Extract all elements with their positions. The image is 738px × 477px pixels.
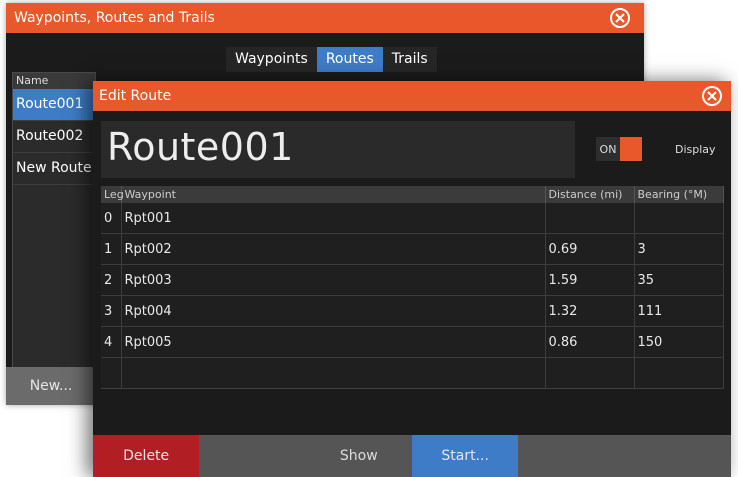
- toggle-on-label: ON: [599, 142, 617, 156]
- start-button[interactable]: Start...: [411, 435, 519, 477]
- cell-waypoint[interactable]: Rpt003: [121, 264, 546, 296]
- col-distance: Distance (mi): [545, 186, 635, 203]
- toggle-knob: [620, 137, 642, 161]
- cell-leg: 4: [101, 326, 122, 358]
- wrt-titlebar: Waypoints, Routes and Trails: [6, 3, 644, 33]
- table-row[interactable]: [101, 357, 724, 389]
- table-row[interactable]: 0 Rpt001: [101, 203, 724, 234]
- cell-distance: 0.69: [545, 233, 635, 265]
- new-route-button[interactable]: New...: [6, 367, 96, 405]
- cell-distance: 1.32: [545, 295, 635, 327]
- list-item[interactable]: New Route...: [13, 153, 95, 185]
- legs-table: Leg Waypoint Distance (mi) Bearing (°M) …: [101, 186, 724, 389]
- edit-title: Edit Route: [99, 88, 172, 104]
- tab-trails[interactable]: Trails: [382, 47, 437, 72]
- list-header-name[interactable]: Name: [13, 73, 95, 89]
- cell-bearing: 3: [634, 233, 724, 265]
- cell-bearing: [634, 203, 724, 234]
- cell-leg: [101, 357, 122, 389]
- route-list: Name Route001 Route002 New Route...: [12, 72, 96, 369]
- tab-routes[interactable]: Routes: [316, 47, 383, 72]
- cell-waypoint[interactable]: Rpt002: [121, 233, 546, 265]
- cell-leg: 1: [101, 233, 122, 265]
- cell-leg: 0: [101, 203, 122, 234]
- edit-titlebar: Edit Route: [93, 81, 731, 111]
- cell-bearing: 35: [634, 264, 724, 296]
- cell-distance: [545, 203, 635, 234]
- close-icon[interactable]: [610, 8, 630, 28]
- route-name-field[interactable]: Route001: [101, 121, 575, 178]
- table-header-row: Leg Waypoint Distance (mi) Bearing (°M): [101, 186, 724, 203]
- delete-button[interactable]: Delete: [93, 435, 200, 477]
- table-row[interactable]: 1 Rpt002 0.69 3: [101, 233, 724, 265]
- col-bearing: Bearing (°M): [634, 186, 724, 203]
- show-button[interactable]: Show: [306, 435, 412, 477]
- cell-waypoint[interactable]: Rpt004: [121, 295, 546, 327]
- cell-leg: 2: [101, 264, 122, 296]
- table-row[interactable]: 3 Rpt004 1.32 111: [101, 295, 724, 327]
- empty-action-slot: [518, 435, 624, 477]
- action-bar: Delete Show Start...: [93, 435, 731, 477]
- tab-waypoints[interactable]: Waypoints: [226, 47, 317, 72]
- wrt-title: Waypoints, Routes and Trails: [14, 10, 215, 26]
- display-toggle[interactable]: ON: [596, 137, 642, 161]
- table-row[interactable]: 4 Rpt005 0.86 150: [101, 326, 724, 358]
- route-name-text: Route001: [107, 125, 294, 169]
- col-waypoint: Waypoint: [121, 186, 546, 203]
- cell-bearing: [634, 357, 724, 389]
- cell-bearing: 150: [634, 326, 724, 358]
- list-item[interactable]: Route002: [13, 121, 95, 153]
- cell-distance: 0.86: [545, 326, 635, 358]
- cell-distance: [545, 357, 635, 389]
- table-row[interactable]: 2 Rpt003 1.59 35: [101, 264, 724, 296]
- cell-distance: 1.59: [545, 264, 635, 296]
- col-leg: Leg: [101, 186, 124, 203]
- cell-bearing: 111: [634, 295, 724, 327]
- cell-leg: 3: [101, 295, 122, 327]
- close-icon[interactable]: [702, 86, 722, 106]
- list-item[interactable]: Route001: [13, 89, 95, 121]
- empty-action-slot: [625, 435, 731, 477]
- edit-route-dialog: Edit Route Route001 ON Display Leg Waypo…: [93, 81, 731, 477]
- wrt-tabs: Waypoints Routes Trails: [226, 47, 437, 72]
- display-label: Display: [675, 143, 716, 156]
- cell-waypoint[interactable]: [121, 357, 546, 389]
- empty-action-slot: [199, 435, 305, 477]
- cell-waypoint[interactable]: Rpt005: [121, 326, 546, 358]
- cell-waypoint[interactable]: Rpt001: [121, 203, 546, 234]
